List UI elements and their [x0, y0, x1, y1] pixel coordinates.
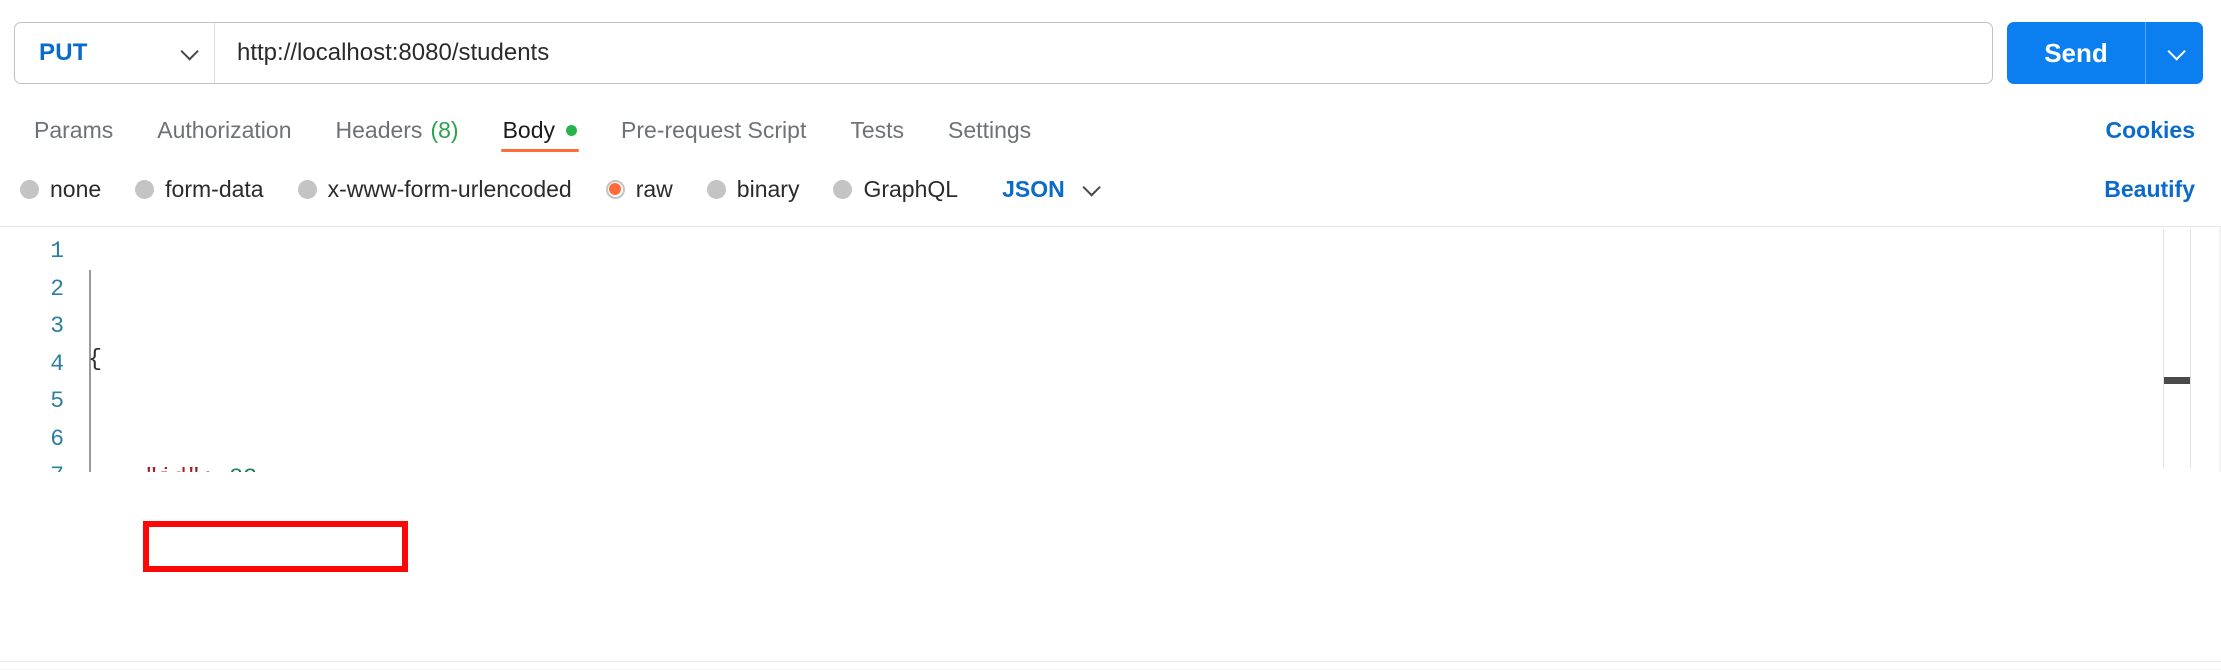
- body-type-label: form-data: [165, 175, 264, 202]
- radio-icon[interactable]: [297, 179, 317, 199]
- radio-icon[interactable]: [135, 179, 155, 199]
- tab-params[interactable]: Params: [12, 108, 135, 152]
- code-line-2[interactable]: ····"id": 83,: [88, 460, 2221, 473]
- body-type-label: binary: [736, 175, 800, 202]
- body-type-row: none form-data x-www-form-urlencoded raw…: [0, 168, 2221, 210]
- line-number: 4: [50, 350, 64, 377]
- body-format-label: JSON: [1002, 175, 1065, 202]
- line-number: 1: [50, 238, 64, 264]
- chevron-down-icon: [1082, 177, 1101, 197]
- body-type-graphql[interactable]: GraphQL: [833, 176, 958, 203]
- body-type-form-data[interactable]: form-data: [135, 175, 264, 203]
- request-tabs-row: Params Authorization Headers (8) Body Pr…: [0, 108, 2221, 152]
- radio-icon[interactable]: [20, 179, 39, 199]
- line-number: 6: [50, 425, 64, 452]
- body-type-label: none: [50, 175, 102, 202]
- chevron-down-icon: [180, 41, 199, 61]
- editor-scrollbar[interactable]: [2163, 229, 2191, 468]
- divider: [0, 661, 2221, 662]
- brace-open: {: [88, 346, 103, 373]
- tab-pre-request-script[interactable]: Pre-request Script: [599, 108, 828, 152]
- line-number: 3: [50, 313, 64, 339]
- line-number: 2: [50, 275, 64, 302]
- url-input-wrapper: [215, 23, 1992, 83]
- body-type-label: raw: [635, 175, 673, 202]
- send-button-group[interactable]: Send: [2007, 22, 2203, 84]
- tab-settings[interactable]: Settings: [926, 108, 1053, 152]
- body-type-label: GraphQL: [863, 175, 959, 202]
- tab-label: Settings: [948, 116, 1032, 143]
- body-type-x-www-form-urlencoded[interactable]: x-www-form-urlencoded: [297, 175, 572, 203]
- send-button[interactable]: Send: [2007, 22, 2145, 84]
- line-number: 7: [0, 458, 78, 472]
- chevron-down-icon: [2167, 41, 2186, 61]
- radio-icon[interactable]: [706, 179, 726, 199]
- tab-label: Authorization: [157, 116, 292, 143]
- tab-label: Tests: [850, 116, 905, 143]
- url-input[interactable]: [237, 39, 1970, 67]
- indent-dots: ····: [88, 465, 144, 473]
- tab-body[interactable]: Body: [481, 108, 599, 152]
- body-type-binary[interactable]: binary: [706, 175, 800, 203]
- headers-count-badge: (8): [430, 116, 459, 143]
- tab-label: Params: [34, 116, 114, 143]
- http-method-dropdown[interactable]: PUT: [15, 23, 215, 83]
- radio-icon[interactable]: [833, 179, 853, 199]
- line-number: 5: [50, 388, 64, 414]
- tab-label: Body: [502, 116, 555, 143]
- json-value-id: 83: [229, 465, 257, 473]
- url-box: PUT: [14, 22, 1993, 84]
- body-type-none[interactable]: none: [20, 176, 101, 203]
- body-type-label: x-www-form-urlencoded: [327, 175, 572, 202]
- radio-icon-selected[interactable]: [605, 179, 625, 199]
- scrollbar-thumb[interactable]: [2164, 377, 2190, 384]
- tab-label: Pre-request Script: [621, 116, 807, 143]
- tab-headers[interactable]: Headers (8): [314, 108, 481, 152]
- code-line-1[interactable]: {: [88, 341, 2221, 379]
- annotation-rectangle: [143, 521, 408, 572]
- beautify-button[interactable]: Beautify: [2096, 176, 2203, 203]
- body-format-dropdown[interactable]: JSON: [1002, 175, 1101, 203]
- request-url-bar: PUT Send: [0, 0, 2221, 84]
- request-tabs: Params Authorization Headers (8) Body Pr…: [12, 108, 1053, 152]
- code-area[interactable]: { ····"id": 83, ····"username": "杜云", ··…: [78, 227, 2221, 472]
- tab-tests[interactable]: Tests: [828, 108, 926, 152]
- raw-body-editor[interactable]: 1 2 3 4 5 6 7 8 9 10 { ····"id": 83, ···…: [0, 226, 2221, 472]
- tab-label: Headers: [335, 116, 423, 143]
- colon: :: [201, 465, 229, 473]
- tab-authorization[interactable]: Authorization: [135, 108, 313, 152]
- send-options-button[interactable]: [2145, 22, 2203, 84]
- json-key-id: "id": [144, 465, 200, 473]
- body-type-raw[interactable]: raw: [605, 175, 673, 203]
- line-number-gutter: 1 2 3 4 5 6 7 8 9 10: [0, 227, 78, 472]
- cookies-link[interactable]: Cookies: [2098, 117, 2203, 144]
- body-modified-dot-icon: [566, 124, 577, 136]
- http-method-label: PUT: [39, 39, 88, 66]
- comma: ,: [257, 465, 271, 473]
